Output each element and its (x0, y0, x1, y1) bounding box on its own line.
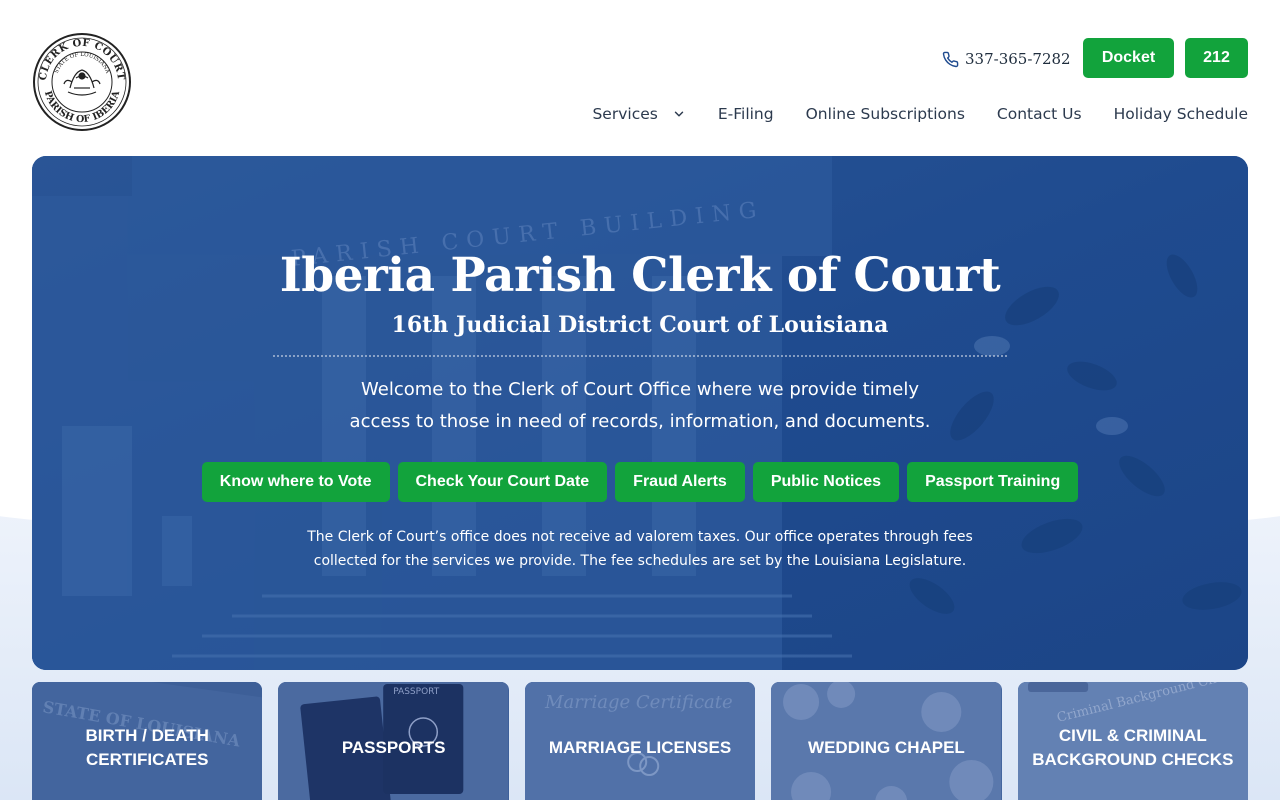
card-label: WEDDING CHAPEL (808, 738, 965, 757)
welcome-line-1: Welcome to the Clerk of Court Office whe… (361, 379, 919, 400)
hero-divider (273, 355, 1007, 357)
card-wedding-chapel[interactable]: WEDDING CHAPEL (771, 682, 1002, 800)
nav-item-label: E-Filing (717, 105, 774, 123)
nav-item-online-subscriptions[interactable]: Online Subscriptions (806, 105, 965, 123)
phone-link[interactable]: 337-365-7282 (942, 48, 1071, 70)
fee-note-line-1: The Clerk of Court’s office does not rec… (307, 529, 973, 545)
card-background-checks[interactable]: Criminal Background Check CIVIL & CRIMIN… (1017, 682, 1249, 800)
card-label: MARRIAGE LICENSES (548, 738, 732, 757)
pelican-seal-icon: CLERK OF COURT STATE OF LOUISIANA PARISH… (33, 33, 131, 131)
hero-actions: Know where to Vote Check Your Court Date… (32, 462, 1248, 502)
card-label: CIVIL & CRIMINAL BACKGROUND CHECKS (1032, 726, 1234, 769)
hero-banner: PARISH COURT BUILDING Iberia Parish Cler… (32, 156, 1248, 670)
nav-item-label: Holiday Schedule (1113, 105, 1248, 123)
card-label: PASSPORTS (341, 738, 446, 757)
phone-number: 337-365-7282 (965, 50, 1071, 68)
page-subtitle: 16th Judicial District Court of Louisian… (391, 312, 889, 338)
know-where-to-vote-button[interactable]: Know where to Vote (201, 462, 390, 502)
card-label: BIRTH / DEATH CERTIFICATES (85, 726, 209, 769)
card-bg-text: Marriage Certificate (544, 692, 733, 713)
hero-content: Iberia Parish Clerk of Court 16th Judici… (32, 156, 1248, 670)
page-title: Iberia Parish Clerk of Court (279, 248, 1001, 303)
nav-item-label: Online Subscriptions (805, 105, 965, 123)
service-cards: STATE OF LOUISIANA BIRTH / DEATH CERTIFI… (32, 682, 1249, 800)
main-nav: Services E-Filing Online Subscriptions C… (592, 102, 1248, 126)
card-marriage-licenses[interactable]: Marriage Certificate MARRIAGE LICENSES (524, 682, 756, 800)
nav-item-contact-us[interactable]: Contact Us (997, 105, 1082, 123)
nav-item-label: Contact Us (996, 105, 1082, 123)
check-court-date-button[interactable]: Check Your Court Date (397, 462, 608, 502)
nav-item-label: Services (592, 105, 658, 123)
welcome-text: Welcome to the Clerk of Court Office whe… (332, 374, 948, 438)
phone-icon (942, 51, 959, 67)
nav-item-e-filing[interactable]: E-Filing (718, 105, 774, 123)
clerk-seal-logo[interactable]: CLERK OF COURT STATE OF LOUISIANA PARISH… (32, 32, 132, 132)
docket-button[interactable]: Docket (1083, 38, 1174, 78)
chevron-down-icon (674, 111, 684, 117)
passport-training-button[interactable]: Passport Training (907, 462, 1079, 502)
fee-note: The Clerk of Court’s office does not rec… (302, 525, 978, 573)
nav-item-holiday-schedule[interactable]: Holiday Schedule (1114, 105, 1248, 123)
nav-item-services[interactable]: Services (592, 105, 685, 123)
card-passports[interactable]: PASSPORT PASSPORTS (278, 682, 509, 800)
site-header: CLERK OF COURT STATE OF LOUISIANA PARISH… (0, 0, 1280, 150)
fraud-alerts-button[interactable]: Fraud Alerts (615, 462, 745, 502)
fee-note-line-2: collected for the services we provide. T… (313, 553, 967, 569)
button-212[interactable]: 212 (1185, 38, 1248, 78)
card-birth-death-certificates[interactable]: STATE OF LOUISIANA BIRTH / DEATH CERTIFI… (32, 682, 263, 800)
public-notices-button[interactable]: Public Notices (752, 462, 900, 502)
card-bg-text: PASSPORT (394, 687, 441, 697)
welcome-line-2: access to those in need of records, info… (349, 411, 931, 432)
